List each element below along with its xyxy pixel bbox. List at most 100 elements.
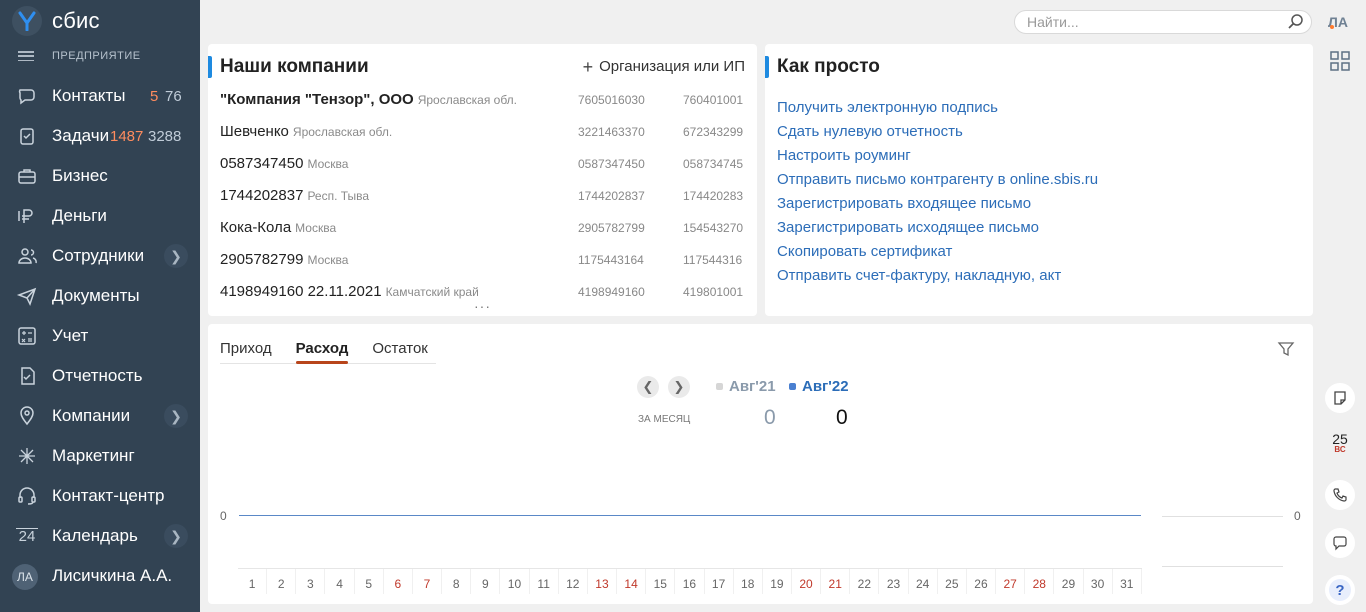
company-kpp: 672343299	[683, 125, 744, 139]
help-button[interactable]: ?	[1325, 575, 1355, 605]
tab-balance[interactable]: Остаток	[372, 340, 428, 363]
sidebar-item-business[interactable]: Бизнес	[0, 156, 200, 196]
sidebar-item-label: Бизнес	[52, 166, 108, 185]
total-count: 3288	[148, 127, 182, 145]
howto-link[interactable]: Настроить роуминг	[777, 147, 911, 164]
sidebar-item-documents[interactable]: Документы	[0, 276, 200, 316]
filter-icon[interactable]	[1277, 340, 1295, 358]
sidebar-item-label: Контакт-центр	[52, 486, 165, 505]
companies-title[interactable]: Наши компании	[220, 56, 369, 78]
chat-button[interactable]	[1325, 528, 1355, 558]
chevron-right-icon[interactable]: ❯	[164, 524, 188, 548]
total-prev: 0	[764, 406, 776, 429]
search-box[interactable]	[1014, 10, 1312, 34]
finance-tabs: Приход Расход Остаток	[220, 340, 436, 364]
sidebar-item-marketing[interactable]: Маркетинг	[0, 436, 200, 476]
company-row[interactable]: 1744202837 Респ. Тыва 1744202837 17442028…	[220, 187, 745, 219]
chevron-right-icon: ❯	[673, 379, 685, 394]
sidebar-item-label: Маркетинг	[52, 446, 135, 465]
howto-link[interactable]: Зарегистрировать исходящее письмо	[777, 219, 1039, 236]
sbis-logo-icon	[12, 6, 42, 36]
day-tick-label: 22	[850, 569, 880, 594]
day-tick-label: 29	[1054, 569, 1084, 594]
tasks-icon	[16, 125, 38, 147]
notes-button[interactable]	[1325, 383, 1355, 413]
company-region: Респ. Тыва	[307, 189, 370, 203]
company-inn: 4198949160	[578, 285, 645, 299]
company-inn: 7605016030	[578, 93, 645, 107]
company-region: Камчатский край	[385, 285, 479, 299]
company-row[interactable]: 0587347450 Москва 0587347450 058734745	[220, 155, 745, 187]
sidebar-item-money[interactable]: Деньги	[0, 196, 200, 236]
menu-icon[interactable]	[18, 51, 34, 61]
chevron-right-icon[interactable]: ❯	[164, 244, 188, 268]
howto-card: Как просто Получить электронную подпись …	[765, 44, 1313, 316]
axis-label-left: 0	[220, 509, 227, 523]
sidebar-item-label: Контакты	[52, 86, 126, 105]
howto-link[interactable]: Зарегистрировать входящее письмо	[777, 195, 1031, 212]
sidebar-item-tasks[interactable]: Задачи 1487 3288	[0, 116, 200, 156]
day-tick-label: 17	[705, 569, 734, 594]
search-input[interactable]	[1027, 14, 1277, 30]
howto-link[interactable]: Получить электронную подпись	[777, 99, 998, 116]
company-name: 4198949160 22.11.2021	[220, 283, 382, 300]
howto-link[interactable]: Скопировать сертификат	[777, 243, 952, 260]
company-row[interactable]: Кока-Кола Москва 2905782799 154543270	[220, 219, 745, 251]
day-tick-label: 4	[325, 569, 355, 594]
howto-title: Как просто	[777, 56, 880, 77]
add-organization-button[interactable]: + Организация или ИП	[583, 58, 745, 76]
prev-period-button[interactable]: ❮	[637, 376, 659, 398]
day-tick-label: 9	[471, 569, 501, 594]
paper-plane-icon	[16, 285, 38, 307]
phone-button[interactable]	[1325, 480, 1355, 510]
legend-item-current[interactable]: Авг'22	[789, 378, 849, 395]
total-current: 0	[836, 406, 848, 429]
day-tick-label: 21	[821, 569, 851, 594]
sidebar-item-contact-center[interactable]: Контакт-центр	[0, 476, 200, 516]
next-period-button[interactable]: ❯	[668, 376, 690, 398]
chevron-right-icon[interactable]: ❯	[164, 404, 188, 428]
today-date[interactable]: 25 ВС	[1325, 431, 1355, 454]
sidebar-item-profile[interactable]: ЛА Лисичкина А.А.	[0, 556, 200, 596]
day-tick-label: 30	[1084, 569, 1113, 594]
logo[interactable]: сбис	[12, 6, 100, 36]
howto-link[interactable]: Отправить письмо контрагенту в online.sb…	[777, 171, 1098, 188]
company-kpp: 117544316	[683, 253, 743, 267]
chat-icon	[16, 85, 38, 107]
sidebar-item-accounting[interactable]: Учет	[0, 316, 200, 356]
day-tick-label: 26	[967, 569, 997, 594]
company-name: 0587347450	[220, 155, 304, 172]
howto-link[interactable]: Отправить счет-фактуру, накладную, акт	[777, 267, 1061, 284]
company-row[interactable]: "Компания "Тензор", ООО Ярославская обл. …	[220, 91, 745, 123]
report-icon	[16, 365, 38, 387]
sidebar-item-contacts[interactable]: Контакты 5 76	[0, 76, 200, 116]
company-name: 1744202837	[220, 187, 304, 204]
company-row[interactable]: 2905782799 Москва 1175443164 117544316	[220, 251, 745, 283]
company-label: ПРЕДПРИЯТИЕ	[52, 50, 141, 62]
sidebar-item-label: Документы	[52, 286, 140, 305]
company-region: Ярославская обл.	[292, 125, 393, 139]
more-button[interactable]: ···	[474, 298, 491, 314]
company-row[interactable]: Шевченко Ярославская обл. 3221463370 6723…	[220, 123, 745, 155]
search-icon[interactable]	[1287, 13, 1305, 31]
sidebar-item-employees[interactable]: Сотрудники ❯	[0, 236, 200, 276]
sidebar-item-companies[interactable]: Компании ❯	[0, 396, 200, 436]
howto-link[interactable]: Сдать нулевую отчетность	[777, 123, 963, 140]
sidebar-item-calendar[interactable]: 24 Календарь ❯	[0, 516, 200, 556]
day-tick-label: 5	[355, 569, 384, 594]
legend-swatch	[789, 383, 796, 390]
day-tick-label: 2	[267, 569, 297, 594]
company-switcher[interactable]: ПРЕДПРИЯТИЕ	[18, 50, 141, 62]
apps-grid-icon[interactable]	[1330, 51, 1350, 71]
legend-item-prev[interactable]: Авг'21	[716, 378, 776, 395]
sidebar-item-reporting[interactable]: Отчетность	[0, 356, 200, 396]
day-tick-label: 15	[646, 569, 676, 594]
tab-income[interactable]: Приход	[220, 340, 272, 363]
period-label: ЗА МЕСЯЦ	[638, 414, 691, 425]
calculator-icon	[16, 325, 38, 347]
tab-expense[interactable]: Расход	[295, 340, 348, 364]
day-tick-label: 10	[500, 569, 530, 594]
company-kpp: 058734745	[683, 157, 744, 171]
sidebar-item-label: Задачи	[52, 126, 108, 145]
finance-card: Приход Расход Остаток ❮ ❯ Авг'21 Авг'22 …	[208, 324, 1313, 604]
